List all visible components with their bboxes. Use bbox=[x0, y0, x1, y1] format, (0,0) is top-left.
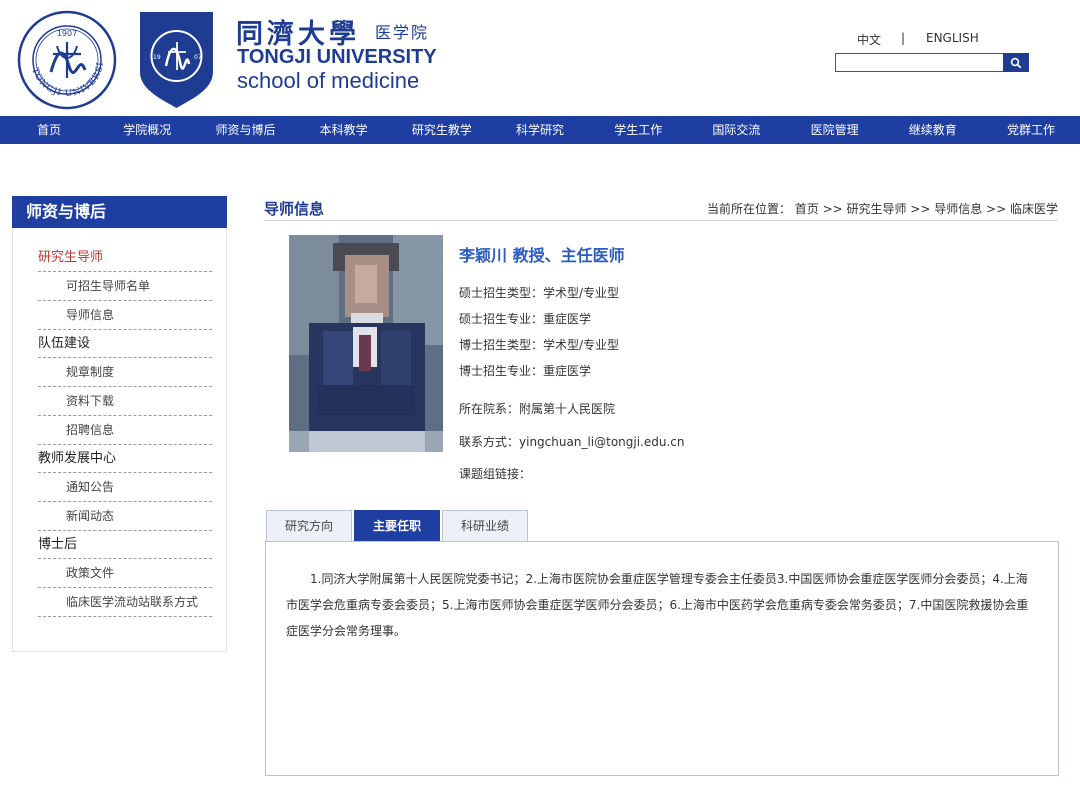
info-group-link: 课题组链接： bbox=[459, 465, 531, 482]
nav-item-party-affairs[interactable]: 党群工作 bbox=[982, 116, 1080, 144]
sidebar-subitem-downloads[interactable]: 资料下载 bbox=[38, 387, 212, 416]
sidebar-subitem-notices[interactable]: 通知公告 bbox=[38, 473, 212, 502]
school-name-cn: 医学院 bbox=[375, 23, 430, 42]
info-label: 硕士招生专业： bbox=[459, 312, 544, 326]
search-button[interactable] bbox=[1003, 53, 1029, 72]
info-value: 重症医学 bbox=[543, 312, 592, 326]
nav-item-student-affairs[interactable]: 学生工作 bbox=[589, 116, 687, 144]
tab-research-direction[interactable]: 研究方向 bbox=[266, 510, 353, 541]
nav-item-continuing-education[interactable]: 继续教育 bbox=[884, 116, 982, 144]
language-separator: | bbox=[901, 31, 906, 45]
medical-school-shield-logo[interactable]: 19 07 bbox=[140, 12, 213, 108]
search-box bbox=[835, 53, 1029, 72]
info-value: 重症医学 bbox=[543, 364, 592, 378]
svg-text:1907: 1907 bbox=[57, 29, 77, 38]
detail-tabs: 研究方向 主要任职 科研业绩 bbox=[266, 510, 530, 542]
info-contact: 联系方式：yingchuan_li@tongji.edu.cn bbox=[459, 433, 684, 450]
title-divider bbox=[264, 220, 1058, 221]
sidebar-item-teacher-development[interactable]: 教师发展中心 bbox=[38, 445, 212, 473]
nav-item-about[interactable]: 学院概况 bbox=[98, 116, 196, 144]
info-master-major: 硕士招生专业：重症医学 bbox=[459, 310, 591, 327]
nav-item-research[interactable]: 科学研究 bbox=[491, 116, 589, 144]
sidebar-item-team-building[interactable]: 队伍建设 bbox=[38, 330, 212, 358]
sidebar-subitem-regulations[interactable]: 规章制度 bbox=[38, 358, 212, 387]
page-title: 导师信息 bbox=[264, 200, 325, 218]
language-english-link[interactable]: ENGLISH bbox=[926, 31, 979, 45]
tab-panel: 1.同济大学附属第十人民医院党委书记；2.上海市医院协会重症医学管理专委会主任委… bbox=[265, 541, 1059, 776]
language-chinese-link[interactable]: 中文 bbox=[857, 31, 881, 48]
contact-email-link[interactable]: yingchuan_li@tongji.edu.cn bbox=[519, 435, 684, 449]
main-nav: 首页 学院概况 师资与博后 本科教学 研究生教学 科学研究 学生工作 国际交流 … bbox=[0, 116, 1080, 144]
breadcrumb: 当前所在位置： 首页 >> 研究生导师 >> 导师信息 >> 临床医学 bbox=[706, 202, 1058, 216]
info-department: 所在院系：附属第十人民医院 bbox=[459, 400, 615, 417]
supervisor-photo bbox=[289, 235, 443, 452]
sidebar-subitem-recruiting-supervisors[interactable]: 可招生导师名单 bbox=[38, 272, 212, 301]
university-name-en: TONGJI UNIVERSITY bbox=[237, 46, 437, 68]
search-icon bbox=[1010, 57, 1022, 68]
positions-text: 1.同济大学附属第十人民医院党委书记；2.上海市医院协会重症医学管理专委会主任委… bbox=[286, 572, 1029, 638]
sidebar-subitem-supervisor-info[interactable]: 导师信息 bbox=[38, 301, 212, 330]
nav-item-hospital-management[interactable]: 医院管理 bbox=[786, 116, 884, 144]
sidebar-subitem-policy-documents[interactable]: 政策文件 bbox=[38, 559, 212, 588]
search-input[interactable] bbox=[835, 53, 1005, 72]
nav-item-international[interactable]: 国际交流 bbox=[687, 116, 785, 144]
info-doctor-type: 博士招生类型：学术型/专业型 bbox=[459, 336, 619, 353]
info-doctor-major: 博士招生专业：重症医学 bbox=[459, 362, 591, 379]
nav-item-undergraduate[interactable]: 本科教学 bbox=[295, 116, 393, 144]
svg-text:19: 19 bbox=[153, 54, 161, 61]
info-label: 所在院系： bbox=[459, 402, 520, 416]
info-value: 学术型/专业型 bbox=[543, 286, 620, 300]
sidebar: 师资与博后 研究生导师 可招生导师名单 导师信息 队伍建设 规章制度 资料下载 … bbox=[12, 196, 227, 652]
sidebar-subitem-news[interactable]: 新闻动态 bbox=[38, 502, 212, 531]
info-value: 附属第十人民医院 bbox=[519, 402, 616, 416]
nav-item-faculty[interactable]: 师资与博后 bbox=[196, 116, 294, 144]
university-seal-logo[interactable]: TONGJI UNIVERSITY 1907 bbox=[17, 10, 117, 110]
sidebar-subitem-recruitment[interactable]: 招聘信息 bbox=[38, 416, 212, 445]
info-label: 博士招生类型： bbox=[459, 338, 544, 352]
info-label: 硕士招生类型： bbox=[459, 286, 544, 300]
info-label: 联系方式： bbox=[459, 435, 520, 449]
tab-main-positions[interactable]: 主要任职 bbox=[354, 510, 441, 541]
supervisor-name-title: 李颖川 教授、主任医师 bbox=[459, 246, 625, 265]
info-label: 博士招生专业： bbox=[459, 364, 544, 378]
tab-research-achievements[interactable]: 科研业绩 bbox=[442, 510, 529, 541]
nav-item-graduate[interactable]: 研究生教学 bbox=[393, 116, 491, 144]
info-master-type: 硕士招生类型：学术型/专业型 bbox=[459, 284, 619, 301]
sidebar-item-graduate-supervisors[interactable]: 研究生导师 bbox=[38, 244, 212, 272]
info-label: 课题组链接： bbox=[459, 467, 532, 481]
svg-text:07: 07 bbox=[194, 54, 202, 61]
school-name-en: school of medicine bbox=[237, 68, 420, 93]
sidebar-title: 师资与博后 bbox=[12, 196, 227, 228]
sidebar-menu: 研究生导师 可招生导师名单 导师信息 队伍建设 规章制度 资料下载 招聘信息 教… bbox=[13, 228, 226, 617]
sidebar-item-postdoc[interactable]: 博士后 bbox=[38, 531, 212, 559]
site-header: TONGJI UNIVERSITY 1907 19 07 同濟大學 医学院 TO… bbox=[0, 0, 1080, 116]
nav-item-home[interactable]: 首页 bbox=[0, 116, 98, 144]
info-value: 学术型/专业型 bbox=[543, 338, 620, 352]
sidebar-subitem-postdoc-contact[interactable]: 临床医学流动站联系方式 bbox=[38, 588, 212, 617]
